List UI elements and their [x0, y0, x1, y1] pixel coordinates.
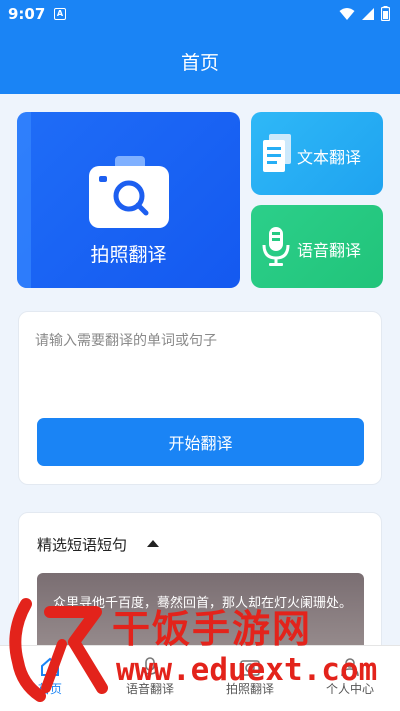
translate-input[interactable] [35, 330, 365, 410]
mic-icon [142, 657, 158, 675]
nav-item-photo[interactable]: 拍照翻译 [200, 650, 300, 697]
home-icon [41, 657, 59, 676]
nav-label-voice: 语音翻译 [125, 682, 174, 696]
camera-icon [240, 660, 260, 676]
notification-icon: A [54, 8, 66, 20]
start-translate-button[interactable]: 开始翻译 [37, 418, 364, 466]
status-time: 9:07 [8, 5, 46, 23]
nav-label-home: 首页 [37, 682, 62, 696]
wifi-icon [339, 7, 355, 20]
translate-input-card: 开始翻译 [18, 311, 382, 485]
camera-search-icon [89, 156, 169, 228]
photo-translate-label: 拍照翻译 [90, 244, 167, 266]
nav-label-profile: 个人中心 [325, 682, 374, 696]
battery-icon [381, 6, 390, 21]
photo-translate-card[interactable]: 拍照翻译 [17, 112, 240, 288]
voice-translate-label: 语音翻译 [297, 241, 362, 260]
bottom-nav: 首页 语音翻译 拍照翻译 个人中心 [0, 645, 400, 711]
phrases-title[interactable]: 精选短语短句 [37, 534, 127, 555]
page-title: 首页 [180, 52, 219, 74]
voice-translate-card[interactable]: 语音翻译 [251, 205, 383, 288]
phrase-text: 众里寻他千百度，蓦然回首，那人却在灯火阑珊处。 [53, 596, 353, 611]
document-icon [263, 134, 291, 172]
person-icon [341, 658, 359, 677]
text-translate-label: 文本翻译 [297, 148, 362, 167]
nav-item-voice[interactable]: 语音翻译 [100, 650, 200, 697]
signal-icon [362, 7, 374, 20]
status-icons [339, 6, 390, 21]
microphone-icon [262, 227, 290, 266]
app-bar: 首页 [0, 28, 400, 94]
nav-item-home[interactable]: 首页 [0, 650, 100, 697]
status-bar: 9:07 A [0, 0, 400, 28]
caret-up-icon[interactable] [147, 540, 159, 547]
nav-label-photo: 拍照翻译 [225, 682, 274, 696]
nav-item-profile[interactable]: 个人中心 [300, 650, 400, 697]
text-translate-card[interactable]: 文本翻译 [251, 112, 383, 195]
